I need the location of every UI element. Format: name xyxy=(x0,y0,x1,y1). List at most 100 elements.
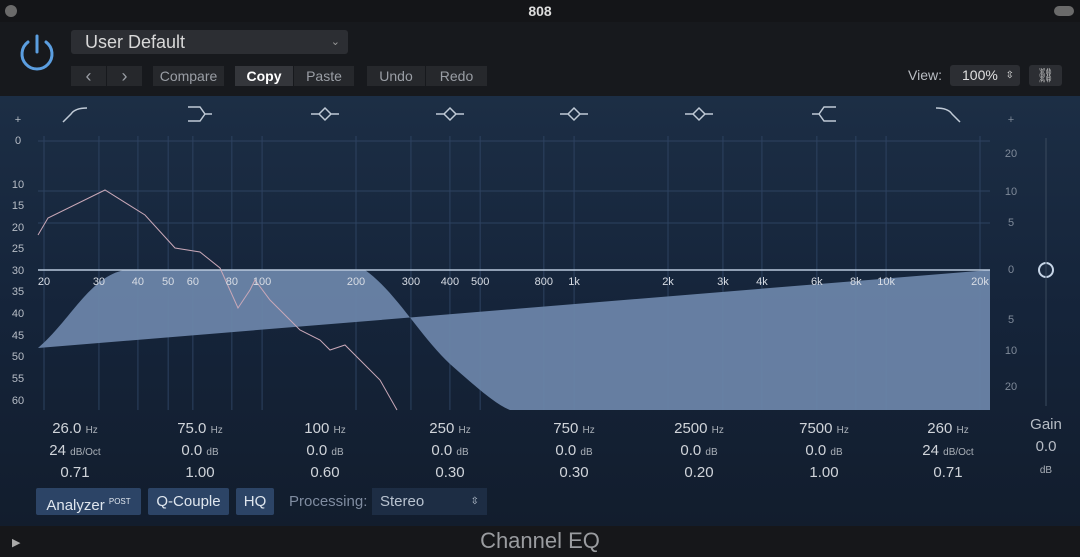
band-frequency[interactable]: 2500 xyxy=(674,420,707,437)
left-scale-label: 10 xyxy=(11,179,25,191)
band-gain[interactable]: 0.0 xyxy=(431,442,452,459)
low-pass-icon[interactable] xyxy=(935,107,961,123)
band-frequency[interactable]: 7500 xyxy=(799,420,832,437)
compare-button[interactable]: Compare xyxy=(153,66,224,86)
band-1-params[interactable]: 26.0 Hz 24 dB/Oct 0.71 xyxy=(20,418,130,484)
paste-button[interactable]: Paste xyxy=(294,66,354,86)
band-frequency[interactable]: 100 xyxy=(304,420,329,437)
frequency-unit: Hz xyxy=(458,425,471,436)
left-scale-label: 40 xyxy=(11,308,25,320)
right-scale-label: 10 xyxy=(1004,186,1018,198)
next-preset-button[interactable]: › xyxy=(107,66,142,86)
left-scale-label: 45 xyxy=(11,330,25,342)
band-7-params[interactable]: 7500 Hz 0.0 dB 1.00 xyxy=(769,418,879,484)
eq-graph[interactable] xyxy=(0,96,1080,416)
band-frequency[interactable]: 75.0 xyxy=(177,420,206,437)
processing-label: Processing: xyxy=(289,493,368,510)
power-icon[interactable] xyxy=(16,32,58,74)
band-frequency[interactable]: 250 xyxy=(429,420,454,437)
window-option-button[interactable] xyxy=(1054,6,1074,16)
left-scale-label: 15 xyxy=(11,200,25,212)
band-frequency[interactable]: 26.0 xyxy=(52,420,81,437)
band-gain[interactable]: 0.0 xyxy=(181,442,202,459)
link-icon[interactable]: ⛓ xyxy=(1029,65,1062,86)
right-scale-label: + xyxy=(1007,114,1015,126)
right-scale-label: 20 xyxy=(1004,148,1018,160)
band-2-params[interactable]: 75.0 Hz 0.0 dB 1.00 xyxy=(145,418,255,484)
left-scale-label: 35 xyxy=(11,286,25,298)
high-pass-icon[interactable] xyxy=(62,107,88,123)
bell-icon[interactable] xyxy=(311,106,339,122)
previous-preset-button[interactable]: ‹ xyxy=(71,66,106,86)
close-window-button[interactable] xyxy=(5,5,17,17)
right-scale-label: 0 xyxy=(1007,264,1015,276)
frequency-label: 200 xyxy=(346,276,366,288)
chevron-down-icon: ⌄ xyxy=(330,36,340,48)
hq-button[interactable]: HQ xyxy=(236,488,274,515)
band-gain[interactable]: 0.0 xyxy=(555,442,576,459)
preset-name: User Default xyxy=(85,32,186,52)
frequency-label: 20k xyxy=(971,276,989,288)
preset-dropdown[interactable]: User Default ⌄ xyxy=(71,30,348,54)
band-q[interactable]: 0.60 xyxy=(310,464,339,481)
band-gain[interactable]: 24 xyxy=(49,442,66,459)
frequency-unit: Hz xyxy=(836,425,849,436)
band-q[interactable]: 0.20 xyxy=(684,464,713,481)
frequency-label: 10k xyxy=(877,276,895,288)
gain-unit: dB xyxy=(580,447,593,458)
gain-value: 0.0 xyxy=(1035,438,1057,455)
right-scale-label: 20 xyxy=(1004,381,1018,393)
view-zoom-select[interactable]: 100% ⇳ xyxy=(950,65,1020,86)
band-4-params[interactable]: 250 Hz 0.0 dB 0.30 xyxy=(395,418,505,484)
processing-value: Stereo xyxy=(380,493,425,510)
master-gain[interactable]: Gain 0.0 dB xyxy=(1029,414,1063,476)
band-q[interactable]: 0.30 xyxy=(435,464,464,481)
band-q[interactable]: 0.71 xyxy=(60,464,89,481)
frequency-label: 3k xyxy=(717,276,729,288)
frequency-label: 8k xyxy=(850,276,862,288)
gain-unit: dB xyxy=(456,447,469,458)
band-gain[interactable]: 0.0 xyxy=(306,442,327,459)
analyzer-button[interactable]: Analyzer POST xyxy=(36,488,141,515)
frequency-label: 40 xyxy=(131,276,145,288)
left-scale-label: 50 xyxy=(11,351,25,363)
band-8-params[interactable]: 260 Hz 24 dB/Oct 0.71 xyxy=(893,418,1003,484)
bell-icon[interactable] xyxy=(560,106,588,122)
band-q[interactable]: 0.30 xyxy=(559,464,588,481)
band-gain[interactable]: 24 xyxy=(922,442,939,459)
q-couple-button[interactable]: Q-Couple xyxy=(148,488,229,515)
band-q[interactable]: 1.00 xyxy=(809,464,838,481)
low-shelf-icon[interactable] xyxy=(188,106,212,122)
band-q[interactable]: 0.71 xyxy=(933,464,962,481)
processing-select[interactable]: Stereo ⇳ xyxy=(372,488,487,515)
bell-icon[interactable] xyxy=(436,106,464,122)
gain-unit: dB xyxy=(1039,465,1053,476)
left-scale-label: + xyxy=(14,114,22,126)
left-scale-label: 60 xyxy=(11,395,25,407)
frequency-label: 30 xyxy=(92,276,106,288)
frequency-label: 4k xyxy=(756,276,768,288)
bell-icon[interactable] xyxy=(685,106,713,122)
band-frequency[interactable]: 750 xyxy=(553,420,578,437)
band-5-params[interactable]: 750 Hz 0.0 dB 0.30 xyxy=(519,418,629,484)
title-bar: 808 xyxy=(0,0,1080,22)
gain-unit: dB xyxy=(206,447,219,458)
frequency-label: 500 xyxy=(470,276,490,288)
band-gain[interactable]: 0.0 xyxy=(805,442,826,459)
redo-button[interactable]: Redo xyxy=(426,66,487,86)
band-frequency[interactable]: 260 xyxy=(927,420,952,437)
right-scale-label: 5 xyxy=(1007,314,1015,326)
band-gain[interactable]: 0.0 xyxy=(680,442,701,459)
band-3-params[interactable]: 100 Hz 0.0 dB 0.60 xyxy=(270,418,380,484)
band-6-params[interactable]: 2500 Hz 0.0 dB 0.20 xyxy=(644,418,754,484)
high-shelf-icon[interactable] xyxy=(812,106,836,122)
copy-button[interactable]: Copy xyxy=(235,66,293,86)
frequency-label: 6k xyxy=(811,276,823,288)
frequency-unit: Hz xyxy=(210,425,223,436)
frequency-label: 100 xyxy=(252,276,272,288)
frequency-label: 2k xyxy=(662,276,674,288)
frequency-unit: Hz xyxy=(582,425,595,436)
gain-unit: dB/Oct xyxy=(943,447,974,458)
undo-button[interactable]: Undo xyxy=(367,66,425,86)
band-q[interactable]: 1.00 xyxy=(185,464,214,481)
